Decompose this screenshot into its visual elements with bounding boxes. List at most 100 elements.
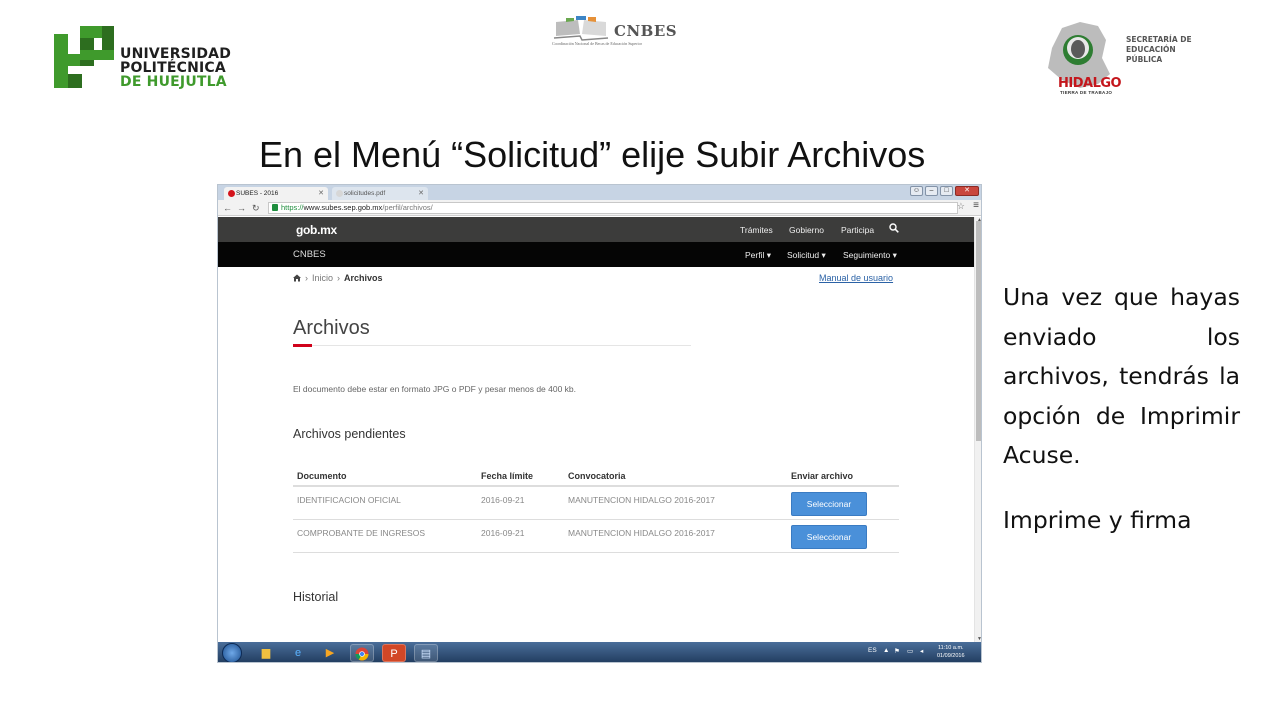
minimize-icon[interactable]: – [925, 186, 938, 196]
reload-icon[interactable]: ↻ [252, 202, 260, 214]
internet-explorer-icon[interactable]: e [286, 644, 310, 662]
clock-time: 11:10 a.m. [937, 645, 964, 651]
menu-perfil[interactable]: Perfil ▾ [745, 250, 771, 261]
tab-subes[interactable]: SUBES - 2016 ✕ [224, 187, 328, 200]
user-icon[interactable]: ☺ [910, 186, 923, 196]
gob-link-participa[interactable]: Participa [841, 225, 874, 235]
manual-de-usuario-link[interactable]: Manual de usuario [819, 273, 893, 283]
cnbes-nav: CNBES Perfil ▾ Solicitud ▾ Seguimiento ▾ [218, 242, 974, 267]
breadcrumb-home[interactable]: Inicio [312, 273, 333, 283]
pdf-favicon-icon [336, 190, 343, 197]
breadcrumb-sep: › [305, 273, 308, 283]
scroll-thumb[interactable] [976, 221, 981, 441]
close-tab-icon[interactable]: ✕ [318, 187, 324, 200]
close-tab-icon[interactable]: ✕ [418, 187, 424, 200]
page-heading: Archivos [293, 317, 370, 339]
browser-menu-icon[interactable]: ≡ [973, 200, 979, 211]
cnbes-logo: CNBES Coordinación Nacional de Becas de … [552, 16, 677, 50]
cnbes-nav-brand[interactable]: CNBES [293, 249, 326, 260]
home-icon[interactable] [293, 274, 301, 282]
network-icon[interactable]: ▭ [907, 647, 913, 655]
uph-line1: UNIVERSIDAD [120, 46, 232, 62]
browser-tab-strip: SUBES - 2016 ✕ solicitudes.pdf ✕ ☺ – □ ✕ [218, 185, 981, 200]
back-arrow-icon[interactable]: ← [223, 202, 232, 214]
gob-link-tramites[interactable]: Trámites [740, 225, 773, 235]
chrome-logo-icon [355, 647, 369, 661]
menu-solicitud[interactable]: Solicitud ▾ [787, 250, 826, 261]
tab-solicitudes-pdf[interactable]: solicitudes.pdf ✕ [332, 187, 428, 200]
language-indicator[interactable]: ES [868, 647, 877, 654]
document-app-icon[interactable]: ▤ [414, 644, 438, 662]
breadcrumb: › Inicio › Archivos [293, 273, 383, 283]
side-paragraph: Una vez que hayas enviado los archivos, … [1003, 283, 1240, 469]
url-path: /perfil/archivos/ [382, 203, 433, 212]
cnbes-subtitle: Coordinación Nacional de Becas de Educac… [552, 41, 642, 46]
sep-line1: SECRETARÍA DE [1126, 35, 1192, 44]
slide-title: En el Menú “Solicitud” elije Subir Archi… [259, 134, 926, 175]
pending-heading: Archivos pendientes [293, 427, 406, 441]
window-controls: ☺ – □ ✕ [910, 186, 979, 197]
windows-taskbar: ▆ e ▶ P ▤ ES ▲ ⚑ ▭ ◂ 11:10 a.m. 01/09/20… [218, 642, 981, 662]
cell-fecha: 2016-09-21 [481, 495, 525, 505]
breadcrumb-sep: › [337, 273, 341, 283]
hidalgo-text: HIDALGO [1058, 76, 1122, 91]
bookmark-star-icon[interactable]: ☆ [957, 201, 965, 212]
browser-screenshot: SUBES - 2016 ✕ solicitudes.pdf ✕ ☺ – □ ✕… [217, 184, 982, 663]
table-row: COMPROBANTE DE INGRESOS 2016-09-21 MANUT… [293, 520, 899, 553]
gob-logo[interactable]: gob.mx [296, 223, 337, 237]
taskbar-clock[interactable]: 11:10 a.m. 01/09/2016 [937, 644, 965, 660]
maximize-icon[interactable]: □ [940, 186, 953, 196]
cell-documento: IDENTIFICACION OFICIAL [297, 495, 401, 505]
cell-fecha: 2016-09-21 [481, 528, 525, 538]
tab-pdf-label: solicitudes.pdf [344, 190, 386, 197]
uph-logo: UNIVERSIDAD POLITÉCNICA DE HUEJUTLA [52, 24, 242, 94]
menu-seguimiento[interactable]: Seguimiento ▾ [843, 250, 897, 261]
cell-convocatoria: MANUTENCION HIDALGO 2016-2017 [568, 495, 715, 505]
col-documento: Documento [297, 471, 347, 481]
flag-icon[interactable]: ⚑ [894, 647, 900, 655]
clock-date: 01/09/2016 [937, 653, 965, 659]
format-instruction: El documento debe estar en formato JPG o… [293, 384, 577, 394]
url-field[interactable]: https://www.subes.sep.gob.mx/perfil/arch… [268, 202, 958, 214]
media-player-icon[interactable]: ▶ [318, 644, 342, 662]
col-convocatoria: Convocatoria [568, 471, 626, 481]
sep-line2: EDUCACIÓN [1126, 45, 1176, 54]
sep-hidalgo-logo: HIDALGO TIERRA DE TRABAJO SECRETARÍA DE … [1040, 18, 1200, 102]
forward-arrow-icon[interactable]: → [237, 202, 246, 214]
table-header: Documento Fecha límite Convocatoria Envi… [293, 468, 899, 487]
col-enviar-archivo: Enviar archivo [791, 471, 854, 481]
seleccionar-button[interactable]: Seleccionar [791, 492, 867, 516]
breadcrumb-current: Archivos [344, 273, 383, 283]
url-host: www.subes.sep.gob.mx [303, 203, 383, 212]
address-bar-row: ← → ↻ https://www.subes.sep.gob.mx/perfi… [218, 200, 981, 216]
close-window-icon[interactable]: ✕ [955, 186, 979, 196]
gob-header: gob.mx Trámites Gobierno Participa [218, 217, 974, 242]
pending-files-table: Documento Fecha límite Convocatoria Envi… [293, 468, 899, 553]
seleccionar-button[interactable]: Seleccionar [791, 525, 867, 549]
file-explorer-icon[interactable]: ▆ [254, 644, 278, 662]
cell-convocatoria: MANUTENCION HIDALGO 2016-2017 [568, 528, 715, 538]
powerpoint-icon[interactable]: P [382, 644, 406, 662]
heading-accent-bar [293, 344, 312, 347]
volume-icon[interactable]: ◂ [920, 647, 923, 655]
cell-documento: COMPROBANTE DE INGRESOS [297, 528, 425, 538]
open-book-icon [553, 16, 609, 41]
col-fecha-limite: Fecha límite [481, 471, 534, 481]
sep-line3: PÚBLICA [1126, 55, 1163, 64]
subes-favicon-icon [228, 190, 235, 197]
uph-line2: POLITÉCNICA [120, 60, 226, 76]
tray-expand-icon[interactable]: ▲ [883, 647, 889, 654]
chrome-icon[interactable] [350, 644, 374, 662]
uph-emblem-icon [54, 26, 114, 88]
windows-start-icon[interactable] [222, 643, 242, 662]
side-paragraph-2: Imprime y firma [1003, 506, 1192, 534]
scrollbar[interactable]: ▲ ▼ [974, 217, 981, 642]
table-row: IDENTIFICACION OFICIAL 2016-09-21 MANUTE… [293, 487, 899, 520]
lock-icon [272, 204, 278, 211]
history-heading: Historial [293, 590, 339, 604]
url-scheme: https:// [281, 203, 304, 212]
cnbes-wordmark: CNBES [614, 22, 678, 40]
page-content: › Inicio › Archivos Manual de usuario Ar… [218, 267, 974, 641]
search-icon[interactable] [889, 223, 899, 233]
gob-link-gobierno[interactable]: Gobierno [789, 225, 824, 235]
